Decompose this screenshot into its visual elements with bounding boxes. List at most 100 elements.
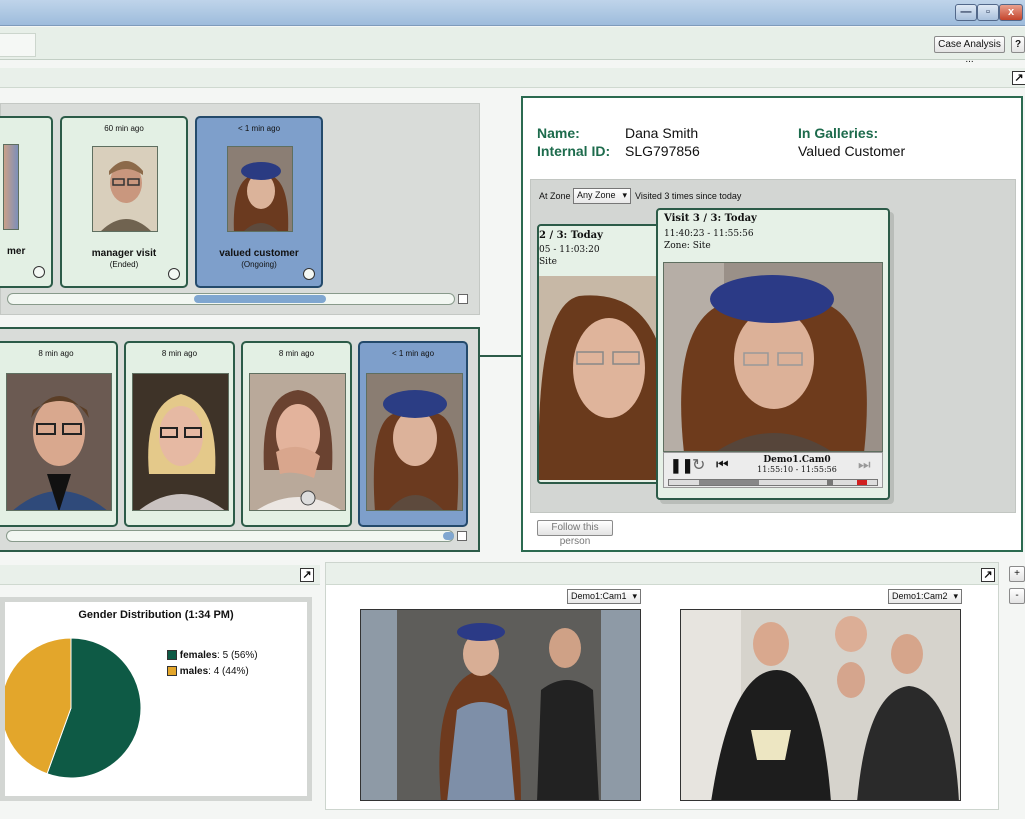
- camera-feed-2[interactable]: [680, 609, 961, 801]
- face-card-selected[interactable]: < 1 min ago: [358, 341, 468, 527]
- previous-visit-card[interactable]: 2 / 3: Today 05 - 11:03:20 Site: [537, 224, 667, 484]
- expand-icon[interactable]: ↗: [300, 568, 314, 582]
- card-status: (Ongoing): [241, 260, 277, 269]
- face-strip: 8 min ago 8 min ago 8 min ago < 1 min ag…: [0, 327, 480, 552]
- legend-item-males: males: 4 (44%): [167, 666, 249, 677]
- face-thumbnail: [366, 373, 463, 511]
- playback-timeline[interactable]: [668, 479, 878, 486]
- galleries-label: In Galleries:: [798, 125, 879, 141]
- card-time: 8 min ago: [278, 349, 315, 358]
- upper-panel-header: [0, 68, 1025, 88]
- maximize-button[interactable]: ▫: [977, 4, 999, 21]
- chart-title: Gender Distribution (1:34 PM): [78, 609, 234, 621]
- chevron-down-icon: ▾: [622, 190, 627, 200]
- checkbox[interactable]: [458, 294, 468, 304]
- skip-forward-icon[interactable]: ⏭: [858, 456, 871, 473]
- legend-percent: (56%): [230, 650, 258, 661]
- legend-label: females: [179, 650, 218, 661]
- status-circle: [168, 268, 180, 280]
- legend-value: 4: [213, 666, 220, 677]
- timeline-playhead[interactable]: [857, 480, 867, 485]
- camera-panel: ↗ Demo1:Cam1 ▾ Demo1:Cam2 ▾: [325, 562, 999, 810]
- close-button[interactable]: x: [999, 4, 1023, 21]
- zoom-out-button[interactable]: -: [1009, 588, 1025, 604]
- name-label: Name:: [537, 125, 580, 141]
- zone-select[interactable]: Any Zone ▾: [573, 188, 631, 204]
- visit-video: [663, 262, 883, 452]
- status-circle: [303, 268, 315, 280]
- pause-icon[interactable]: ❚❚: [670, 457, 693, 474]
- player-camera: Demo1.Cam0: [763, 455, 831, 465]
- card-time: 8 min ago: [161, 349, 198, 358]
- prev-visit-zone: Site: [539, 257, 557, 267]
- camera-select-2[interactable]: Demo1:Cam2 ▾: [888, 589, 962, 604]
- legend-label: males: [179, 666, 209, 677]
- card-time: < 1 min ago: [391, 349, 435, 358]
- expand-icon[interactable]: ↗: [1012, 71, 1025, 85]
- horizontal-scrollbar[interactable]: [7, 293, 455, 305]
- timeline-segment: [699, 480, 759, 485]
- face-thumbnail: [227, 146, 293, 232]
- replay-icon[interactable]: ↻: [692, 455, 705, 475]
- prev-visit-image: [539, 276, 667, 480]
- at-zone-label: At Zone: [539, 191, 571, 201]
- expand-icon[interactable]: ↗: [981, 568, 995, 582]
- prev-visit-title: 2 / 3: Today: [539, 230, 603, 241]
- card-status: (Ended): [109, 260, 139, 269]
- checkbox[interactable]: [457, 531, 467, 541]
- window-titlebar: [0, 0, 1025, 26]
- connector-line: [480, 355, 521, 357]
- face-thumbnail: [249, 373, 346, 511]
- legend-value: 5: [222, 650, 229, 661]
- legend-percent: (44%): [222, 666, 249, 677]
- prev-visit-time: 05 - 11:03:20: [539, 245, 600, 255]
- status-circle: [33, 266, 45, 278]
- gallery-strip: mer 60 min ago manager visit (Ended) < 1…: [0, 103, 480, 315]
- person-detail-panel: Name: Dana Smith Internal ID: SLG797856 …: [521, 96, 1023, 552]
- camera-select-value: Demo1:Cam1: [571, 591, 627, 601]
- scrollbar-thumb[interactable]: [194, 295, 326, 303]
- card-caption: mer: [7, 246, 26, 257]
- case-analysis-button[interactable]: Case Analysis ...: [934, 36, 1005, 65]
- name-value: Dana Smith: [625, 125, 699, 141]
- gallery-card[interactable]: 60 min ago manager visit (Ended): [60, 116, 188, 288]
- minimize-button[interactable]: —: [955, 4, 977, 21]
- camera-panel-header: [326, 563, 998, 585]
- internal-id-label: Internal ID:: [537, 143, 611, 159]
- camera-feed-1[interactable]: [360, 609, 641, 801]
- video-player-controls: ❚❚ ↻ ⏮ Demo1.Cam0 11:55:10 - 11:55:56 ⏭: [663, 452, 883, 488]
- gender-panel-header: [0, 565, 320, 585]
- galleries-value: Valued Customer: [798, 143, 906, 159]
- card-caption: valued customer: [219, 248, 299, 259]
- card-time: 60 min ago: [104, 124, 144, 133]
- card-caption: manager visit: [91, 248, 157, 259]
- gallery-card-selected[interactable]: < 1 min ago valued customer (Ongoing): [195, 116, 323, 288]
- legend-swatch: [167, 650, 177, 661]
- gallery-card[interactable]: mer: [0, 116, 53, 288]
- legend-item-females: females: 5 (56%): [167, 650, 258, 661]
- player-time: 11:55:10 - 11:55:56: [757, 465, 837, 474]
- current-visit-card[interactable]: Visit 3 / 3: Today 11:40:23 - 11:55:56 Z…: [656, 208, 890, 500]
- tab-stub[interactable]: [0, 33, 36, 57]
- face-card[interactable]: 8 min ago: [241, 341, 352, 527]
- chevron-down-icon: ▾: [953, 591, 958, 601]
- help-button[interactable]: ?: [1011, 36, 1025, 53]
- face-thumbnail: [92, 146, 158, 232]
- camera-select-value: Demo1:Cam2: [892, 591, 948, 601]
- scrollbar-thumb[interactable]: [443, 532, 454, 540]
- horizontal-scrollbar[interactable]: [6, 530, 454, 542]
- card-time: 8 min ago: [38, 349, 74, 358]
- skip-back-icon[interactable]: ⏮: [716, 456, 729, 473]
- pie-chart: [5, 637, 142, 779]
- follow-person-button[interactable]: Follow this person: [537, 520, 613, 547]
- face-card[interactable]: 8 min ago: [124, 341, 235, 527]
- internal-id-value: SLG797856: [625, 143, 700, 159]
- legend-swatch: [167, 666, 177, 677]
- toolbar: [0, 27, 1025, 60]
- camera-select-1[interactable]: Demo1:Cam1 ▾: [567, 589, 641, 604]
- face-card[interactable]: 8 min ago: [0, 341, 118, 527]
- zoom-in-button[interactable]: +: [1009, 566, 1025, 582]
- timeline-segment: [827, 480, 833, 485]
- chevron-down-icon: ▾: [632, 591, 637, 601]
- zone-select-value: Any Zone: [577, 190, 616, 200]
